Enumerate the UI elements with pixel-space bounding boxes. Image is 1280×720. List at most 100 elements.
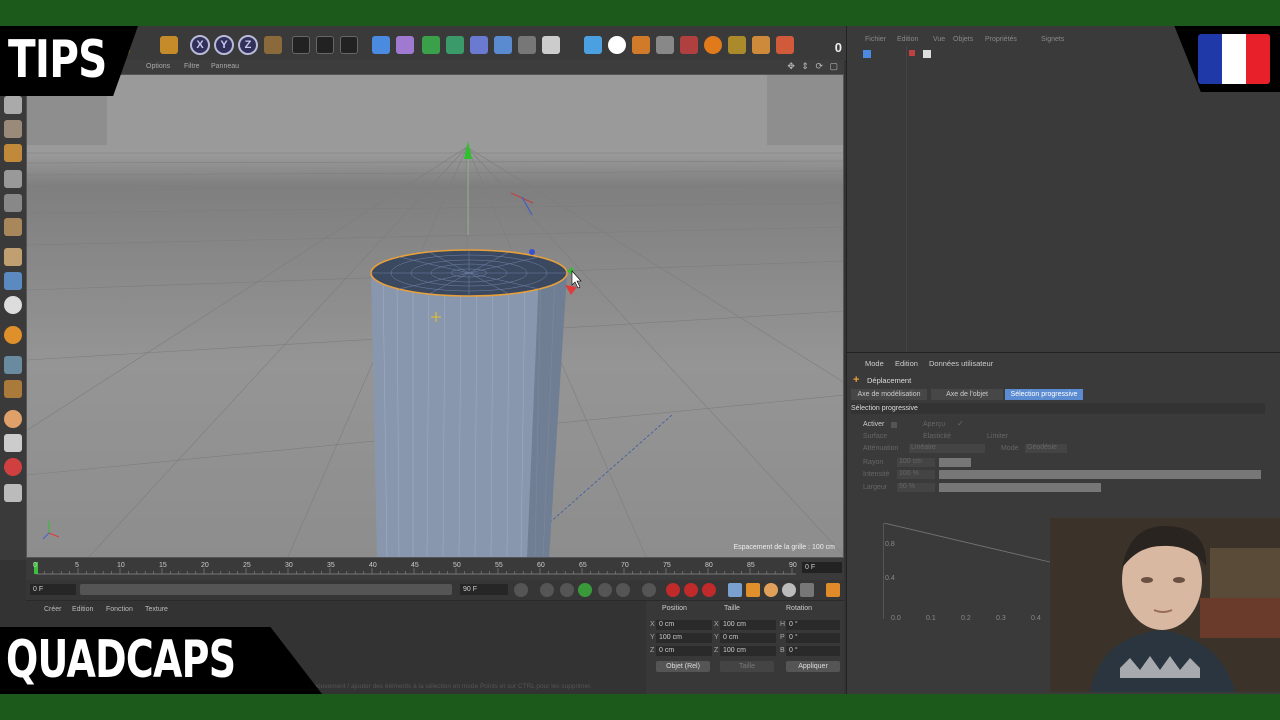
cylinder-object-icon[interactable] (863, 50, 871, 58)
floor-icon[interactable] (494, 36, 512, 54)
tab-object-axis[interactable]: Axe de l'objet (931, 389, 1003, 400)
material-menu-function[interactable]: Fonction (106, 606, 133, 613)
rot-b-field[interactable]: 0 ° (786, 646, 840, 656)
knife-icon[interactable] (4, 484, 22, 502)
key-pla-icon[interactable] (800, 583, 814, 597)
autokey-icon[interactable] (684, 583, 698, 597)
axis-y-toggle[interactable]: Y (214, 35, 234, 55)
obj-menu-file[interactable]: Fichier (865, 36, 886, 43)
apply-button[interactable]: Appliquer (786, 661, 840, 672)
coordinate-mode-select[interactable]: Objet (Rel) (656, 661, 710, 672)
obj-menu-objects[interactable]: Objets (953, 36, 973, 43)
snap-icon[interactable] (608, 36, 626, 54)
tab-modeling-axis[interactable]: Axe de modélisation (851, 389, 927, 400)
layer-icon[interactable] (776, 36, 794, 54)
tweak-mode-icon[interactable] (4, 272, 22, 290)
current-frame-field[interactable]: 0 F (802, 562, 842, 573)
move-tool-icon[interactable] (160, 36, 178, 54)
model-mode-icon[interactable] (4, 96, 22, 114)
points-mode-icon[interactable] (4, 170, 22, 188)
sculpt-icon[interactable] (704, 36, 722, 54)
workplane-icon[interactable] (632, 36, 650, 54)
light-icon[interactable] (542, 36, 560, 54)
attr-menu-edit[interactable]: Edition (895, 359, 918, 368)
camera-icon[interactable] (518, 36, 536, 54)
previous-frame-icon[interactable] (560, 583, 574, 597)
mode-select[interactable]: Géodésie (1025, 444, 1067, 453)
pos-z-field[interactable]: 0 cm (656, 646, 712, 656)
array-icon[interactable] (446, 36, 464, 54)
go-to-end-icon[interactable] (642, 583, 656, 597)
lock-icon[interactable] (656, 36, 674, 54)
material-menu-texture[interactable]: Texture (145, 606, 168, 613)
axis-mode-icon[interactable] (4, 248, 22, 266)
size-z-field[interactable]: 100 cm (720, 646, 776, 656)
snapping-mode-icon[interactable] (4, 296, 22, 314)
axis-z-toggle[interactable]: Z (238, 35, 258, 55)
attr-menu-mode[interactable]: Mode (865, 359, 884, 368)
pos-x-field[interactable]: 0 cm (656, 620, 712, 630)
axis-x-toggle[interactable]: X (190, 35, 210, 55)
3d-viewport[interactable]: Espacement de la grille : 100 cm (26, 74, 844, 558)
planar-workplane-icon[interactable] (4, 380, 22, 398)
viewport-nav-controls[interactable]: ✥ ⇕ ⟳ ▢ (787, 61, 840, 72)
rot-h-field[interactable]: 0 ° (786, 620, 840, 630)
apercu-check-icon[interactable]: ✓ (957, 419, 964, 428)
display-mode-icon[interactable] (584, 36, 602, 54)
color-icon[interactable] (4, 458, 22, 476)
solo-mode-icon[interactable] (4, 326, 22, 344)
spline-pen-icon[interactable] (396, 36, 414, 54)
tab-soft-selection[interactable]: Sélection progressive (1005, 389, 1083, 400)
soft-selection-icon[interactable] (680, 36, 698, 54)
timeline-layout-icon[interactable] (826, 583, 840, 597)
size-mode-select[interactable]: Taille (720, 661, 774, 672)
largeur-field[interactable]: 50 % (897, 483, 935, 492)
deformer-icon[interactable] (470, 36, 488, 54)
pos-y-field[interactable]: 100 cm (656, 633, 712, 643)
intensite-field[interactable]: 100 % (897, 470, 935, 479)
phong-tag-icon[interactable] (923, 50, 931, 58)
brush-icon[interactable] (4, 434, 22, 452)
rayon-slider[interactable] (939, 458, 971, 467)
workplane-mode-icon[interactable] (4, 144, 22, 162)
size-y-field[interactable]: 0 cm (720, 633, 776, 643)
activer-checkbox[interactable] (891, 422, 897, 428)
previous-key-icon[interactable] (540, 583, 554, 597)
largeur-slider[interactable] (939, 483, 1101, 492)
falloff-graph[interactable] (883, 522, 1055, 619)
obj-menu-edit[interactable]: Edition (897, 36, 918, 43)
subdivision-surface-icon[interactable] (422, 36, 440, 54)
range-slider[interactable] (80, 584, 452, 595)
viewport-menu-options[interactable]: Options (146, 63, 170, 70)
loop-icon[interactable] (616, 583, 630, 597)
start-frame-field[interactable]: 0 F (30, 584, 76, 595)
material-menu-create[interactable]: Créer (44, 606, 62, 613)
coordinate-system-icon[interactable] (264, 36, 282, 54)
obj-menu-tags[interactable]: Propriétés (985, 36, 1017, 43)
locked-workplane-icon[interactable] (4, 356, 22, 374)
edges-mode-icon[interactable] (4, 194, 22, 212)
key-rotation-icon[interactable] (764, 583, 778, 597)
record-icon[interactable] (666, 583, 680, 597)
attr-menu-userdata[interactable]: Données utilisateur (929, 359, 993, 368)
texture-mode-icon[interactable] (4, 120, 22, 138)
key-parameter-icon[interactable] (782, 583, 796, 597)
intensite-slider[interactable] (939, 470, 1261, 479)
obj-menu-bookmarks[interactable]: Signets (1041, 36, 1064, 43)
object-tree[interactable] (859, 46, 931, 352)
timeline-ruler[interactable]: 0 5 10 15 20 25 30 35 40 45 50 55 60 65 70 75 80 85 90 0 F (26, 558, 844, 580)
attenuation-select[interactable]: Linéaire (909, 444, 985, 453)
obj-menu-view[interactable]: Vue (933, 36, 945, 43)
rot-p-field[interactable]: 0 ° (786, 633, 840, 643)
keyframe-selection-icon[interactable] (702, 583, 716, 597)
sculpt-brush-icon[interactable] (4, 410, 22, 428)
size-x-field[interactable]: 100 cm (720, 620, 776, 630)
play-icon[interactable] (578, 583, 592, 597)
x-axis-handle[interactable] (565, 285, 577, 295)
key-position-icon[interactable] (728, 583, 742, 597)
viewport-menu-panel[interactable]: Panneau (211, 63, 239, 70)
go-to-start-icon[interactable] (514, 583, 528, 597)
key-scale-icon[interactable] (746, 583, 760, 597)
z-axis-handle[interactable] (529, 249, 535, 255)
polygons-mode-icon[interactable] (4, 218, 22, 236)
